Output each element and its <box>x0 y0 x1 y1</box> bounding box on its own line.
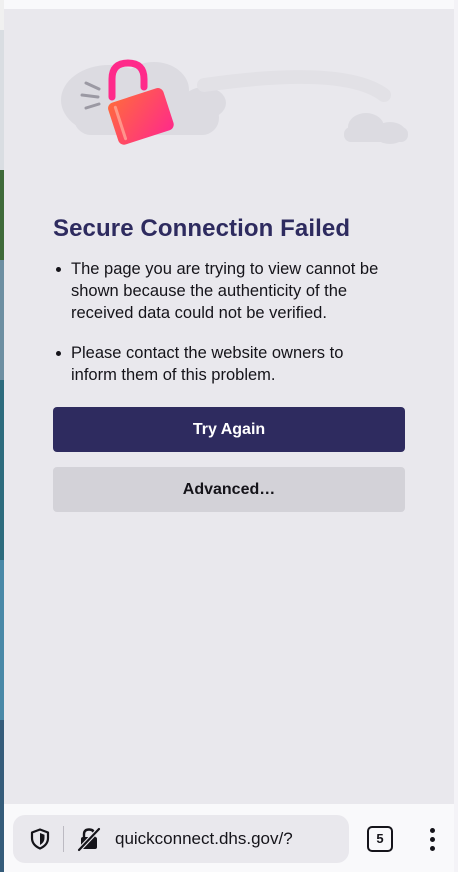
error-details-list: The page you are trying to view cannot b… <box>53 258 383 404</box>
divider <box>63 826 64 852</box>
page-title: Secure Connection Failed <box>53 215 351 242</box>
advanced-button[interactable]: Advanced… <box>53 467 405 512</box>
more-menu-icon[interactable] <box>419 826 447 854</box>
insecure-lock-icon[interactable] <box>76 826 102 852</box>
broken-lock-illustration <box>61 59 408 145</box>
tabs-icon[interactable]: 5 <box>367 826 393 852</box>
list-item: Please contact the website owners to inf… <box>53 342 383 386</box>
url-bar[interactable]: quickconnect.dhs.gov/? <box>13 815 349 863</box>
window-edge <box>454 0 458 872</box>
bullet <box>56 267 61 272</box>
url-text[interactable]: quickconnect.dhs.gov/? <box>115 829 293 849</box>
shield-icon[interactable] <box>28 827 52 851</box>
bullet-text: Please contact the website owners to inf… <box>71 344 344 384</box>
status-bar <box>4 0 454 9</box>
bottom-toolbar: quickconnect.dhs.gov/? 5 <box>4 804 454 872</box>
browser-window: Secure Connection Failed The page you ar… <box>4 0 454 872</box>
bullet <box>56 351 61 356</box>
cloud-trail <box>197 70 391 102</box>
try-again-button[interactable]: Try Again <box>53 407 405 452</box>
cloud-shape-small <box>344 113 408 144</box>
bullet-text: The page you are trying to view cannot b… <box>71 260 379 322</box>
list-item: The page you are trying to view cannot b… <box>53 258 383 324</box>
